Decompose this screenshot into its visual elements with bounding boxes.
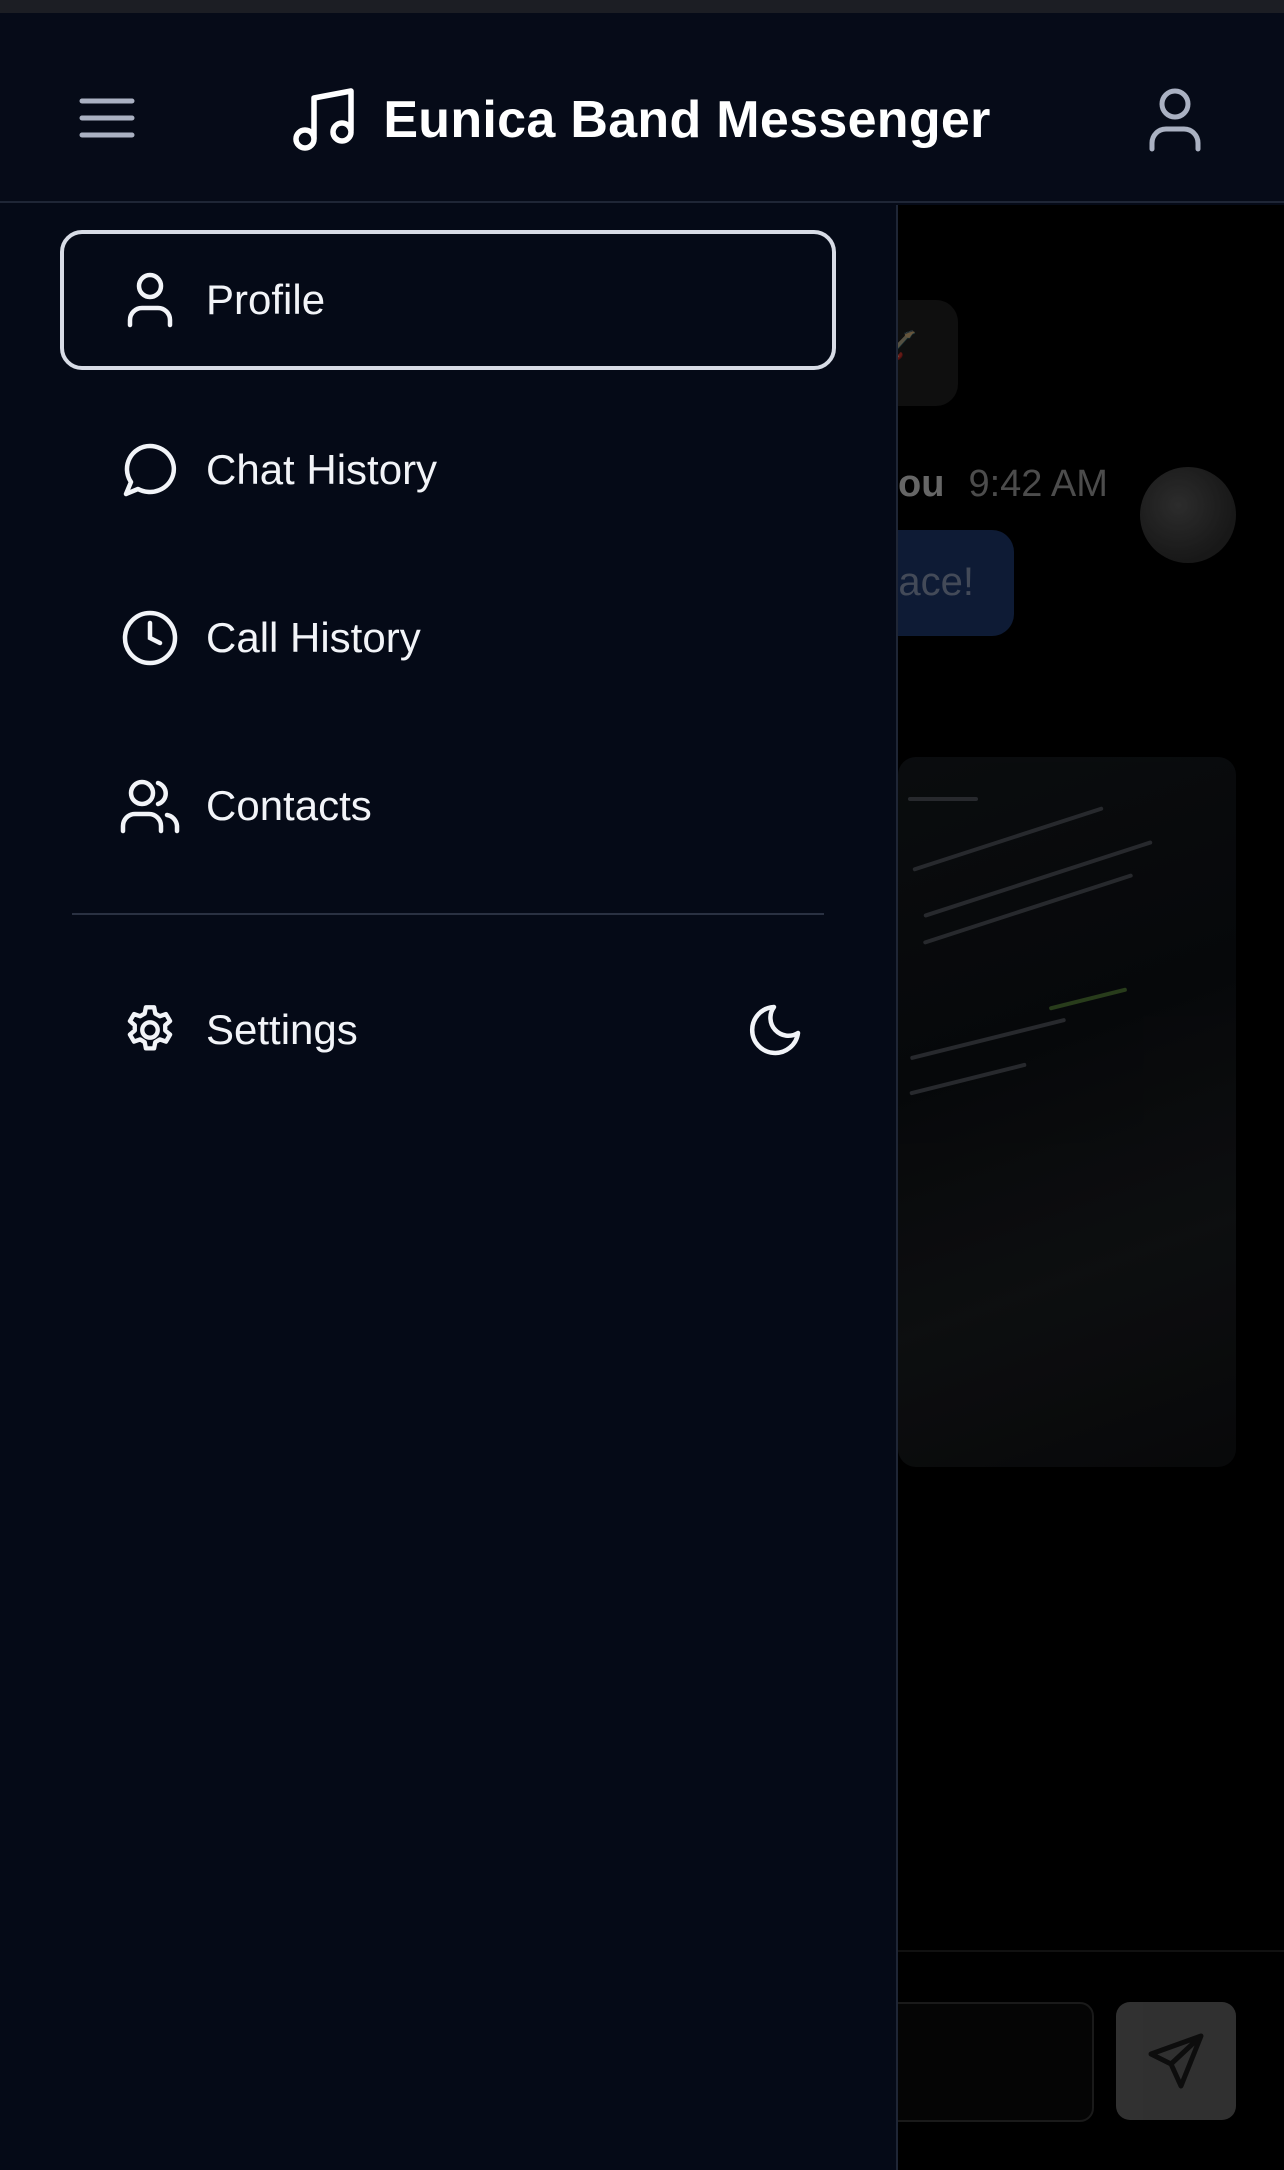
theme-toggle-button[interactable] (740, 995, 810, 1065)
clock-icon (120, 608, 180, 668)
moon-icon (749, 1004, 801, 1056)
app-header: Eunica Band Messenger (0, 13, 1284, 203)
message-input-row (898, 1950, 1284, 2170)
send-button[interactable] (1116, 2002, 1236, 2120)
music-note-icon (293, 88, 355, 151)
app-title-group: Eunica Band Messenger (0, 75, 1284, 165)
user-icon (120, 270, 180, 330)
chat-background: e? 🎸 ou9:42 AM ual place! (898, 205, 1284, 2170)
chat-bubble-icon (120, 440, 180, 500)
drawer-divider (72, 913, 824, 915)
users-icon (120, 776, 180, 836)
drawer-item-chat-history[interactable]: Chat History (60, 400, 836, 540)
gear-icon (120, 1000, 180, 1060)
drawer-item-label: Contacts (206, 782, 372, 829)
navigation-drawer: Profile Chat History Call History Contac… (0, 205, 898, 2170)
drawer-overlay-dim[interactable] (898, 205, 1284, 2170)
drawer-item-label: Chat History (206, 446, 438, 493)
user-icon (1149, 88, 1201, 152)
drawer-item-profile[interactable]: Profile (60, 230, 836, 370)
status-bar-strip (0, 0, 1284, 13)
drawer-item-settings[interactable]: Settings (60, 960, 700, 1100)
drawer-item-label: Call History (206, 614, 421, 661)
drawer-item-label: Profile (206, 276, 326, 323)
drawer-item-contacts[interactable]: Contacts (60, 736, 836, 876)
drawer-item-label: Settings (206, 1006, 358, 1053)
drawer-item-call-history[interactable]: Call History (60, 568, 836, 708)
message-input[interactable] (898, 2002, 1094, 2122)
profile-button[interactable] (1140, 75, 1210, 165)
send-icon (1148, 2033, 1204, 2089)
app-title: Eunica Band Messenger (383, 91, 991, 149)
